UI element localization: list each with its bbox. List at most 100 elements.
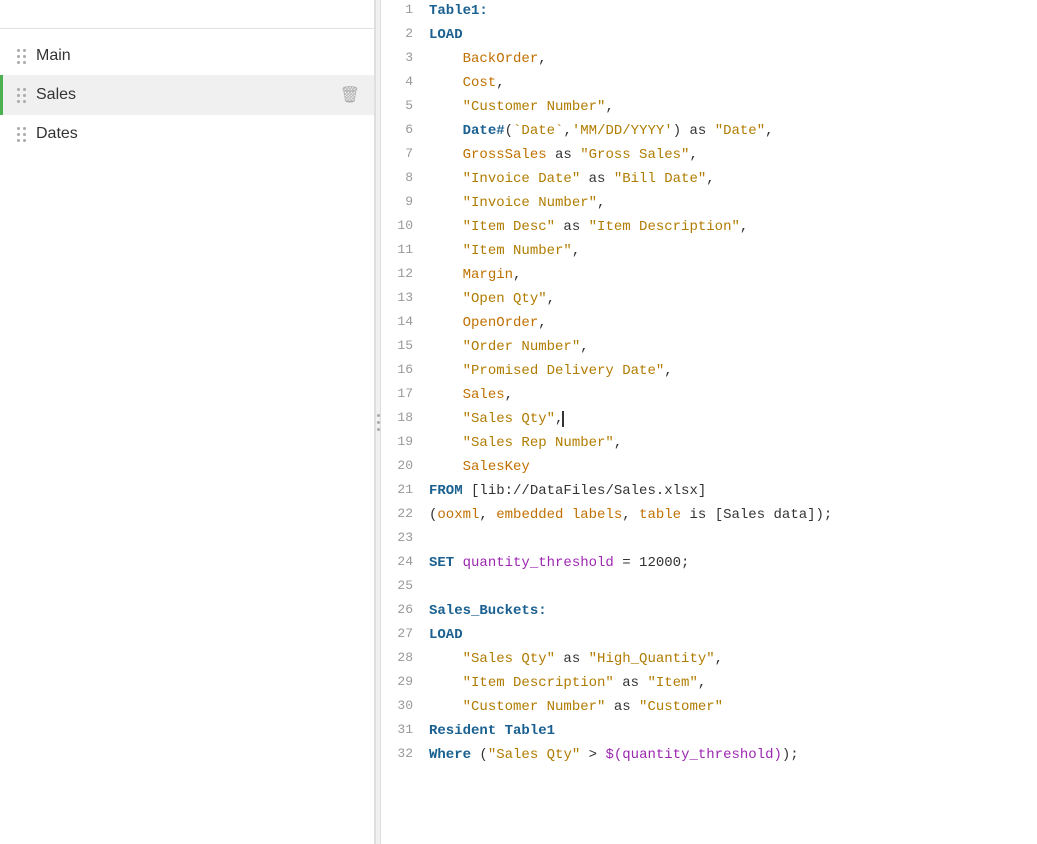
line-content[interactable]: "Open Qty",: [429, 288, 1037, 310]
line-number: 12: [381, 264, 429, 285]
code-token: >: [580, 747, 605, 763]
line-content[interactable]: "Sales Qty" as "High_Quantity",: [429, 648, 1037, 670]
line-content[interactable]: OpenOrder,: [429, 312, 1037, 334]
code-line: 31Resident Table1: [381, 720, 1037, 744]
line-content[interactable]: [429, 576, 1037, 598]
line-content[interactable]: Sales,: [429, 384, 1037, 406]
drag-handle-row: [17, 133, 26, 136]
code-token: [429, 171, 463, 187]
sidebar-item-main[interactable]: Main🗑: [0, 37, 374, 75]
drag-dot: [17, 94, 20, 97]
code-editor[interactable]: 1Table1:2LOAD3 BackOrder,4 Cost,5 "Custo…: [381, 0, 1037, 844]
code-token: "Promised Delivery Date": [463, 363, 665, 379]
line-content[interactable]: Date#(`Date`,'MM/DD/YYYY') as "Date",: [429, 120, 1037, 142]
line-content[interactable]: [429, 528, 1037, 550]
sidebar-item-label-sales: Sales: [36, 86, 340, 104]
line-content[interactable]: FROM [lib://DataFiles/Sales.xlsx]: [429, 480, 1037, 502]
line-content[interactable]: Where ("Sales Qty" > $(quantity_threshol…: [429, 744, 1037, 766]
line-content[interactable]: Sales_Buckets:: [429, 600, 1037, 622]
code-token: "Customer": [639, 699, 723, 715]
line-content[interactable]: LOAD: [429, 24, 1037, 46]
line-content[interactable]: GrossSales as "Gross Sales",: [429, 144, 1037, 166]
sidebar-item-label-main: Main: [36, 47, 360, 65]
line-content[interactable]: "Invoice Date" as "Bill Date",: [429, 168, 1037, 190]
line-content[interactable]: "Customer Number" as "Customer": [429, 696, 1037, 718]
drag-dot: [23, 55, 26, 58]
sidebar-item-sales[interactable]: Sales🗑: [0, 75, 374, 115]
drag-dot: [17, 49, 20, 52]
code-token: [429, 243, 463, 259]
sidebar-item-dates[interactable]: Dates🗑: [0, 115, 374, 153]
code-token: Cost: [429, 75, 496, 91]
code-token: "High_Quantity": [589, 651, 715, 667]
drag-handle-sales[interactable]: [17, 88, 26, 103]
code-line: 12 Margin,: [381, 264, 1037, 288]
code-token: ,: [605, 99, 613, 115]
line-content[interactable]: Resident Table1: [429, 720, 1037, 742]
code-token: [429, 411, 463, 427]
line-content[interactable]: "Item Description" as "Item",: [429, 672, 1037, 694]
drag-handle-dates[interactable]: [17, 127, 26, 142]
drag-dot: [17, 61, 20, 64]
line-content[interactable]: "Customer Number",: [429, 96, 1037, 118]
code-line: 10 "Item Desc" as "Item Description",: [381, 216, 1037, 240]
line-content[interactable]: "Item Desc" as "Item Description",: [429, 216, 1037, 238]
code-token: LOAD: [429, 627, 463, 643]
line-content[interactable]: "Sales Qty",: [429, 408, 1037, 430]
drag-handle-row: [17, 127, 26, 130]
drag-dot: [17, 127, 20, 130]
line-content[interactable]: "Sales Rep Number",: [429, 432, 1037, 454]
code-token: ,: [538, 315, 546, 331]
line-number: 31: [381, 720, 429, 741]
code-token: Resident: [429, 723, 505, 739]
line-number: 30: [381, 696, 429, 717]
drag-dot: [23, 127, 26, 130]
code-token: ,: [614, 435, 622, 451]
code-token: 'MM/DD/YYYY': [572, 123, 673, 139]
drag-dot: [23, 133, 26, 136]
code-token: ,: [698, 675, 706, 691]
line-number: 5: [381, 96, 429, 117]
code-token: "Item Number": [463, 243, 572, 259]
code-token: );: [782, 747, 799, 763]
code-token: BackOrder: [429, 51, 538, 67]
code-line: 6 Date#(`Date`,'MM/DD/YYYY') as "Date",: [381, 120, 1037, 144]
line-content[interactable]: SalesKey: [429, 456, 1037, 478]
line-content[interactable]: "Invoice Number",: [429, 192, 1037, 214]
add-section-button[interactable]: [346, 14, 358, 18]
line-content[interactable]: (ooxml, embedded labels, table is [Sales…: [429, 504, 1037, 526]
line-content[interactable]: SET quantity_threshold = 12000;: [429, 552, 1037, 574]
code-token: ,: [580, 339, 588, 355]
code-token: ,: [538, 51, 546, 67]
code-token: ,: [496, 75, 504, 91]
line-content[interactable]: BackOrder,: [429, 48, 1037, 70]
line-number: 26: [381, 600, 429, 621]
line-content[interactable]: "Order Number",: [429, 336, 1037, 358]
code-token: "Sales Qty": [488, 747, 580, 763]
delete-section-icon-sales[interactable]: 🗑: [340, 85, 360, 105]
line-content[interactable]: "Item Number",: [429, 240, 1037, 262]
line-content[interactable]: LOAD: [429, 624, 1037, 646]
code-line: 19 "Sales Rep Number",: [381, 432, 1037, 456]
line-number: 9: [381, 192, 429, 213]
line-content[interactable]: Table1:: [429, 0, 1037, 22]
line-content[interactable]: Cost,: [429, 72, 1037, 94]
code-token: Margin: [463, 267, 513, 283]
code-token: (: [505, 123, 513, 139]
code-line: 30 "Customer Number" as "Customer": [381, 696, 1037, 720]
drag-dot: [23, 61, 26, 64]
line-number: 28: [381, 648, 429, 669]
code-token: ,: [479, 507, 496, 523]
sidebar: Main🗑Sales🗑Dates🗑: [0, 0, 375, 844]
code-token: Where: [429, 747, 479, 763]
code-token: ,: [513, 267, 521, 283]
code-token: $(quantity_threshold): [605, 747, 781, 763]
line-number: 3: [381, 48, 429, 69]
code-token: "Item": [647, 675, 697, 691]
drag-dot: [17, 100, 20, 103]
line-content[interactable]: "Promised Delivery Date",: [429, 360, 1037, 382]
code-token: as: [555, 219, 589, 235]
line-content[interactable]: Margin,: [429, 264, 1037, 286]
code-line: 3 BackOrder,: [381, 48, 1037, 72]
drag-handle-main[interactable]: [17, 49, 26, 64]
